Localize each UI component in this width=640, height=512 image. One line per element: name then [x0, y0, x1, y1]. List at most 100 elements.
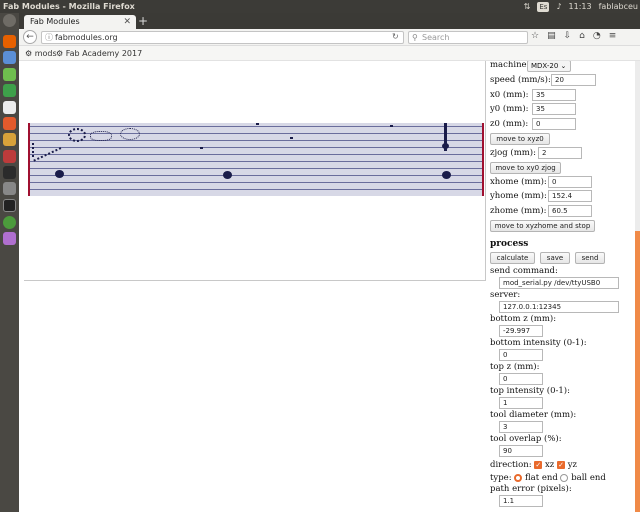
machine-select[interactable]: MDX-20 ⌄ [527, 61, 571, 72]
process-heading: process [490, 239, 529, 249]
calculate-button[interactable]: calculate [490, 252, 535, 264]
vertical-scrollbar[interactable] [635, 61, 640, 512]
navigation-bar: ← ⓘ fabmodules.org ↻ ⚲ Search ☆ ▤ ⇩ ⌂ ◔ … [19, 29, 640, 46]
download-icon[interactable]: ⇩ [564, 31, 572, 41]
server-label: server: [490, 290, 521, 300]
reading-list-icon[interactable]: ▤ [547, 31, 556, 41]
xz-checkbox[interactable]: ✓ [534, 460, 543, 469]
search-input[interactable]: ⚲ Search [408, 31, 528, 44]
network-icon[interactable]: ⇅ [524, 0, 531, 13]
zjog-label: zjog (mm): [490, 148, 536, 158]
pocket-icon[interactable]: ◔ [593, 31, 601, 41]
zjog-input[interactable]: 2 [538, 147, 582, 159]
yz-checkbox[interactable]: ✓ [557, 460, 565, 469]
app-icon[interactable] [3, 166, 16, 179]
yhome-label: yhome (mm): [490, 191, 547, 201]
y0-label: y0 (mm): [490, 104, 529, 114]
bottom-intensity-input[interactable]: 0 [499, 349, 543, 361]
path-error-label: path error (pixels): [490, 484, 572, 494]
clock[interactable]: 11:13 [569, 0, 592, 13]
system-top-bar: Fab Modules - Mozilla Firefox ⇅ Es ♪ 11:… [0, 0, 640, 13]
document-icon[interactable] [3, 68, 16, 81]
xz-label: xz [545, 460, 555, 470]
bookmark-mods[interactable]: ⚙ mods [25, 47, 57, 61]
url-bar[interactable]: ⓘ fabmodules.org [41, 31, 404, 44]
bottom-z-label: bottom z (mm): [490, 314, 557, 324]
chrome-icon[interactable] [3, 216, 16, 229]
volume-icon[interactable]: ♪ [556, 0, 561, 13]
move-xy0-zjog-button[interactable]: move to xy0 zjog [490, 162, 561, 174]
tab-fab-modules[interactable]: Fab Modules ✕ [24, 15, 136, 29]
ball-end-radio[interactable] [560, 473, 569, 482]
keyboard-layout-indicator[interactable]: Es [537, 1, 550, 12]
toolbar-icons: ☆ ▤ ⇩ ⌂ ◔ ≡ [531, 31, 616, 41]
send-command-label: send command: [490, 266, 558, 276]
search-icon: ⚲ [412, 33, 418, 42]
direction-label: direction: [490, 460, 532, 470]
zhome-label: zhome (mm): [490, 206, 547, 216]
top-z-input[interactable]: 0 [499, 373, 543, 385]
top-z-label: top z (mm): [490, 362, 540, 372]
flat-end-radio[interactable] [514, 473, 523, 482]
home-icon[interactable]: ⌂ [579, 31, 585, 41]
files-icon[interactable] [3, 51, 16, 64]
new-tab-button[interactable]: + [136, 14, 150, 28]
type-row: type: flat end ball end [490, 473, 606, 483]
tool-overlap-input[interactable]: 90 [499, 445, 543, 457]
server-input[interactable]: 127.0.0.1:12345 [499, 301, 619, 313]
send-command-input[interactable]: mod_serial.py /dev/ttyUSB0 9600 [499, 277, 619, 289]
software-center-icon[interactable] [3, 117, 16, 130]
yz-label: yz [567, 460, 577, 470]
yhome-input[interactable]: 152.4 [548, 190, 592, 202]
inkscape-icon[interactable] [3, 182, 16, 195]
presentation-icon[interactable] [3, 101, 16, 114]
tab-title: Fab Modules [30, 17, 80, 26]
z0-input[interactable]: 0 [532, 118, 576, 130]
firefox-icon[interactable] [3, 35, 16, 48]
user-menu[interactable]: fablabceu [599, 0, 638, 13]
amazon-icon[interactable] [3, 133, 16, 146]
send-button[interactable]: send [575, 252, 605, 264]
xhome-input[interactable]: 0 [548, 176, 592, 188]
url-text: fabmodules.org [55, 33, 118, 42]
toolpath-preview [28, 123, 484, 196]
bookmarks-toolbar: ⚙ mods ⚙ Fab Academy 2017 [19, 47, 640, 61]
top-intensity-label: top intensity (0-1): [490, 386, 570, 396]
bottom-z-input[interactable]: -29.997 [499, 325, 543, 337]
firefox-window: Fab Modules ✕ + ← ⓘ fabmodules.org ↻ ⚲ S… [19, 13, 640, 512]
terminal-icon[interactable] [3, 199, 16, 212]
flat-end-label: flat end [524, 473, 558, 483]
menu-icon[interactable]: ≡ [609, 31, 617, 41]
window-title: Fab Modules - Mozilla Firefox [3, 2, 135, 11]
reload-icon[interactable]: ↻ [392, 32, 399, 41]
dash-icon[interactable] [3, 14, 16, 27]
close-tab-icon[interactable]: ✕ [123, 15, 131, 29]
launcher [0, 13, 19, 512]
bookmark-fab-academy[interactable]: ⚙ Fab Academy 2017 [56, 47, 142, 61]
move-xyzhome-button[interactable]: move to xyzhome and stop [490, 220, 595, 232]
path-error-input[interactable]: 1.1 [499, 495, 543, 507]
chevron-down-icon: ⌄ [560, 62, 567, 70]
spreadsheet-icon[interactable] [3, 84, 16, 97]
move-xyz0-button[interactable]: move to xyz0 [490, 133, 550, 145]
app-icon-2[interactable] [3, 232, 16, 245]
type-label: type: [490, 473, 512, 483]
direction-row: direction: ✓ xz ✓ yz [490, 460, 577, 470]
top-intensity-input[interactable]: 1 [499, 397, 543, 409]
x0-input[interactable]: 35 [532, 89, 576, 101]
zhome-input[interactable]: 60.5 [548, 205, 592, 217]
back-arrow-icon: ← [26, 32, 34, 42]
save-button[interactable]: save [540, 252, 570, 264]
speed-input[interactable]: 20 [551, 74, 596, 86]
y0-input[interactable]: 35 [532, 103, 576, 115]
info-icon[interactable]: ⓘ [45, 32, 53, 43]
page-content: machine MDX-20 ⌄ speed (mm/s): 20 x0 (mm… [19, 61, 640, 512]
tab-strip: Fab Modules ✕ + [19, 13, 640, 29]
tool-diameter-input[interactable]: 3 [499, 421, 543, 433]
back-button[interactable]: ← [23, 30, 37, 44]
bookmark-star-icon[interactable]: ☆ [531, 31, 539, 41]
speed-label: speed (mm/s): [490, 75, 551, 85]
scrollbar-thumb[interactable] [635, 231, 640, 512]
settings-icon[interactable] [3, 150, 16, 163]
ball-end-label: ball end [571, 473, 606, 483]
